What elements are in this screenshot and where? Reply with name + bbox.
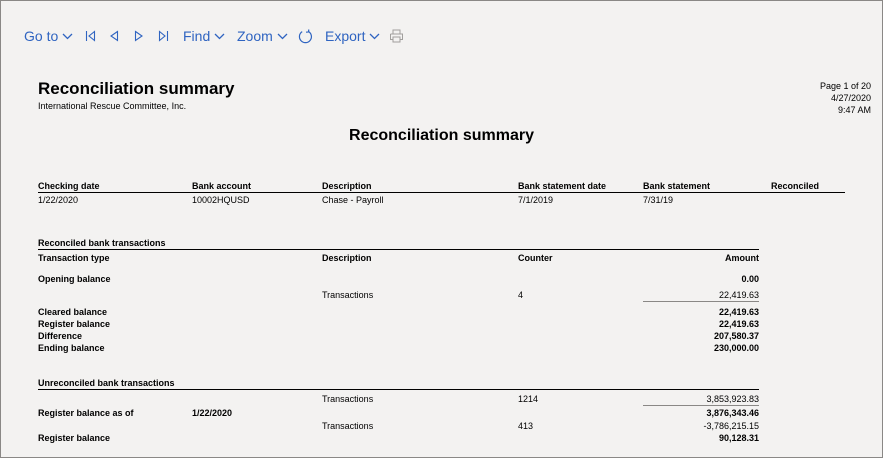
chevron-down-icon — [62, 33, 73, 39]
col-rec-description: Description — [322, 253, 372, 263]
col-bank-statement-date: Bank statement date — [518, 181, 607, 191]
report-meta: Page 1 of 20 4/27/2020 9:47 AM — [820, 80, 871, 116]
opening-balance-label: Opening balance — [38, 274, 111, 284]
summary-amount: 22,419.63 — [718, 307, 759, 317]
export-label: Export — [325, 28, 366, 44]
summary-label: Register balance — [38, 319, 111, 329]
col-checking-date: Checking date — [38, 181, 100, 191]
header-divider — [38, 192, 845, 193]
unrec-tx1-description: Transactions — [322, 394, 374, 404]
summary-amount: 207,580.37 — [713, 331, 759, 341]
unreconciled-divider — [38, 389, 759, 390]
summary-label: Cleared balance — [38, 307, 108, 317]
first-page-icon — [85, 30, 96, 42]
find-menu-button[interactable]: Find — [183, 27, 225, 45]
next-page-button[interactable] — [134, 27, 144, 45]
register-asof-amount: 3,876,343.46 — [706, 408, 759, 418]
goto-label: Go to — [24, 28, 59, 44]
col-amount: Amount — [725, 253, 759, 263]
chevron-down-icon — [277, 33, 288, 39]
cell-description: Chase - Payroll — [322, 195, 384, 205]
cell-checking-date: 1/22/2020 — [38, 195, 79, 205]
chevron-down-icon — [214, 33, 225, 39]
summary-label: Difference — [38, 331, 83, 341]
summary-amount: 22,419.63 — [718, 319, 759, 329]
unrec-tx2-counter: 413 — [518, 421, 534, 431]
company-name: International Rescue Committee, Inc. — [38, 101, 187, 111]
cell-bank-statement: 7/31/19 — [643, 195, 674, 205]
rec-tx-amount: 22,419.63 — [718, 290, 759, 300]
cell-bank-account: 10002HQUSD — [192, 195, 250, 205]
report-heading: Reconciliation summary — [349, 127, 534, 144]
report-toolbar: Go to Find Zoom Export — [0, 0, 883, 58]
find-label: Find — [183, 28, 211, 44]
report-date: 4/27/2020 — [830, 93, 871, 103]
opening-balance-amount: 0.00 — [741, 274, 759, 284]
last-page-icon — [158, 30, 169, 42]
zoom-menu-button[interactable]: Zoom — [237, 27, 288, 45]
register-asof-label: Register balance as of — [38, 408, 134, 418]
last-page-button[interactable] — [158, 27, 169, 45]
reconciled-section-title: Reconciled bank transactions — [38, 238, 166, 248]
report-time: 9:47 AM — [837, 105, 871, 115]
col-bank-statement: Bank statement — [643, 181, 711, 191]
col-description: Description — [322, 181, 372, 191]
chevron-down-icon — [370, 33, 380, 39]
rec-tx-description: Transactions — [322, 290, 374, 300]
unrec-tx1-counter: 1214 — [518, 394, 539, 404]
register-balance-amount: 90,128.31 — [718, 433, 759, 443]
zoom-label: Zoom — [237, 28, 273, 44]
summary-label: Ending balance — [38, 343, 105, 353]
unrec-tx2-amount: -3,786,215.15 — [703, 421, 759, 431]
first-page-button[interactable] — [85, 27, 96, 45]
print-icon — [390, 29, 403, 43]
goto-menu-button[interactable]: Go to — [24, 27, 73, 45]
col-reconciled: Reconciled — [771, 181, 820, 191]
summary-amount: 230,000.00 — [713, 343, 759, 353]
col-bank-account: Bank account — [192, 181, 252, 191]
unrec-tx1-amount: 3,853,923.83 — [706, 394, 759, 404]
reconciled-divider — [38, 249, 759, 250]
refresh-icon — [298, 28, 313, 43]
report-title: Reconciliation summary — [38, 79, 235, 98]
next-page-icon — [134, 30, 143, 42]
register-asof-date: 1/22/2020 — [192, 408, 233, 418]
subtotal-line — [643, 405, 759, 406]
unreconciled-section-title: Unreconciled bank transactions — [38, 378, 175, 388]
cell-bank-statement-date: 7/1/2019 — [518, 195, 554, 205]
previous-page-icon — [110, 30, 119, 42]
refresh-button[interactable] — [298, 27, 313, 45]
subtotal-line — [643, 301, 759, 302]
export-menu-button[interactable]: Export — [325, 27, 380, 45]
rec-tx-counter: 4 — [518, 290, 524, 300]
col-counter: Counter — [518, 253, 553, 263]
previous-page-button[interactable] — [109, 27, 119, 45]
register-balance-label: Register balance — [38, 433, 111, 443]
page-indicator: Page 1 of 20 — [819, 81, 871, 91]
print-button[interactable] — [389, 27, 404, 45]
col-transaction-type: Transaction type — [38, 253, 110, 263]
unrec-tx2-description: Transactions — [322, 421, 374, 431]
